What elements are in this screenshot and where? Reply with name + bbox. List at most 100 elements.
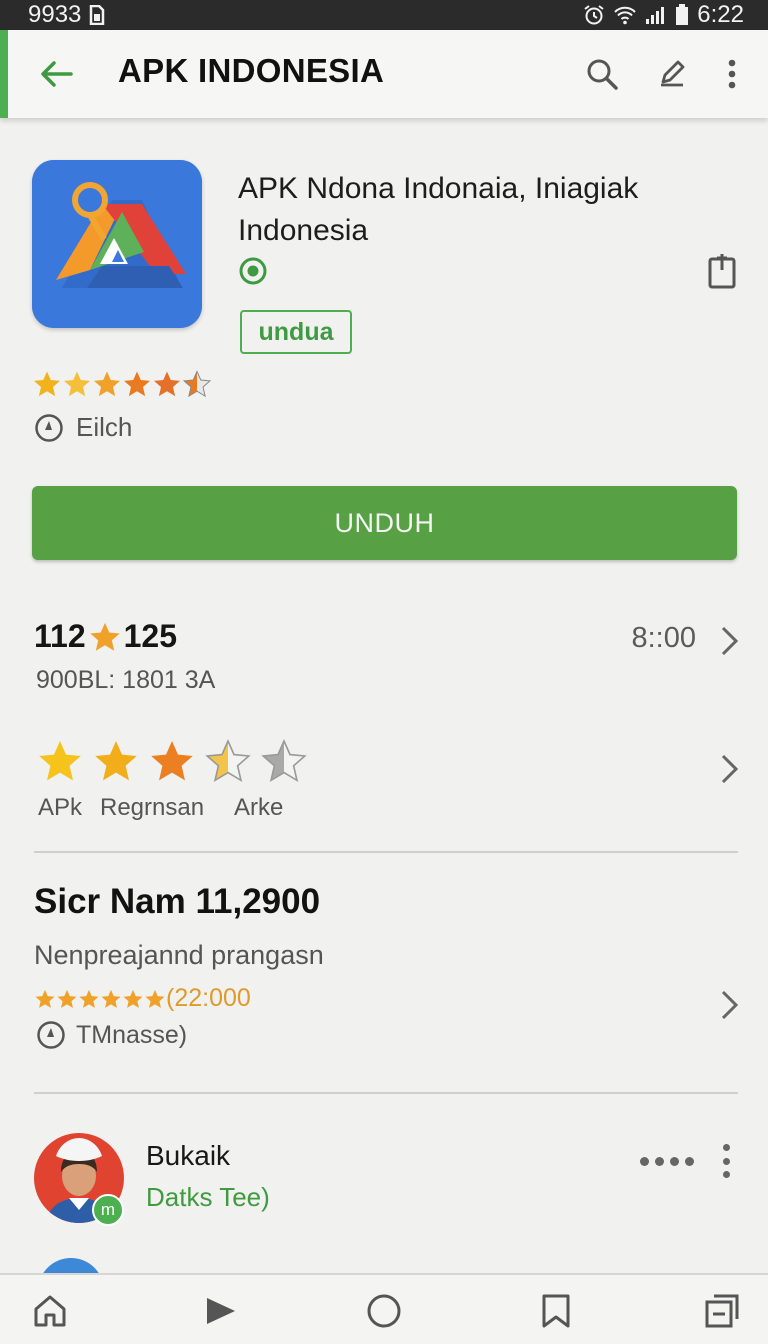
avatar[interactable]: m xyxy=(34,1132,124,1226)
star-icon xyxy=(124,371,150,397)
edit-button[interactable] xyxy=(650,52,694,96)
clock-icon xyxy=(37,1021,65,1049)
nav-home-button[interactable] xyxy=(30,1291,70,1331)
chevron-right-icon xyxy=(721,990,739,1020)
star-icon xyxy=(79,989,99,1008)
stats-time-label: 8::00 xyxy=(631,622,697,654)
section-meta: TMnasse) xyxy=(36,1020,187,1050)
status-time: 6:22 xyxy=(697,1,744,28)
home-icon xyxy=(34,1295,66,1327)
chevron-right-icon xyxy=(721,754,739,784)
rating-label-1: APk xyxy=(38,794,83,821)
more-vert-icon xyxy=(728,59,736,89)
dot xyxy=(722,1144,730,1151)
stats-sub-label: 900BL: 1801 3A xyxy=(36,666,216,694)
app-bar: APK INDONESIA xyxy=(0,30,768,118)
avatar-badge: m xyxy=(92,1194,124,1226)
chevron-right-icon xyxy=(721,626,739,656)
share-icon xyxy=(708,254,736,289)
star-icon xyxy=(154,371,180,397)
star-icon xyxy=(35,989,55,1008)
status-bar: 9933 6:22 xyxy=(0,0,768,30)
status-right: 6:22 xyxy=(583,1,744,29)
app-name: APK Ndona Indonaia, Iniagiak Indonesia xyxy=(238,172,639,247)
install-button[interactable]: UNDUH xyxy=(32,486,737,560)
header-meta: Eilch xyxy=(34,412,132,443)
next-list-item xyxy=(34,1256,738,1274)
star-icon xyxy=(89,622,120,651)
dot xyxy=(640,1156,649,1166)
battery-icon xyxy=(676,4,689,25)
next-item-avatar xyxy=(38,1258,104,1274)
user-name: Bukaik xyxy=(146,1140,231,1171)
circle-home-icon xyxy=(367,1294,401,1328)
app-bar-title: APK INDONESIA xyxy=(118,52,385,89)
star-icon xyxy=(39,741,81,781)
star-icon xyxy=(94,371,120,397)
signal-icon xyxy=(646,7,665,24)
divider xyxy=(34,851,738,853)
section-meta-label: TMnasse) xyxy=(76,1020,188,1049)
star-icon xyxy=(123,989,143,1008)
nav-recent-apps-button[interactable] xyxy=(702,1291,742,1331)
section-subtitle: Nenpreajannd prangasn xyxy=(34,940,324,970)
play-icon xyxy=(207,1298,235,1324)
star-icon xyxy=(151,741,193,781)
more-horiz-button[interactable] xyxy=(640,1152,694,1170)
header-meta-label: Eilch xyxy=(76,412,133,442)
section-rating: (22:000 xyxy=(34,984,251,1013)
edit-icon xyxy=(661,60,685,87)
nav-circle-home-button[interactable] xyxy=(364,1291,404,1331)
divider xyxy=(34,1092,738,1094)
star-icon xyxy=(145,989,165,1008)
review-section[interactable]: Sicr Nam 11,2900 Nenpreajannd prangasn (… xyxy=(34,880,739,1060)
dot xyxy=(655,1156,664,1166)
search-icon xyxy=(587,59,618,90)
rating-stars xyxy=(36,736,308,786)
recent-apps-icon xyxy=(705,1294,739,1328)
back-arrow-icon xyxy=(41,61,73,87)
stats-left-value: 112 xyxy=(34,618,86,654)
sim-card-icon xyxy=(90,5,105,25)
section-title: Sicr Nam 11,2900 xyxy=(34,882,321,921)
tag-button[interactable]: undua xyxy=(240,310,352,354)
search-button[interactable] xyxy=(580,52,624,96)
stats-right-value: 125 xyxy=(123,618,178,654)
bottom-nav-bar xyxy=(0,1273,768,1344)
star-icon xyxy=(101,989,121,1008)
nav-play-button[interactable] xyxy=(200,1291,240,1331)
stats-row[interactable]: 112 125 900BL: 1801 3A 8::00 xyxy=(34,614,739,724)
star-half-icon xyxy=(182,370,212,398)
star-icon xyxy=(34,371,60,397)
verified-badge xyxy=(238,256,268,286)
star-half-icon xyxy=(205,739,251,783)
user-subtitle: Datks Tee) xyxy=(146,1182,270,1212)
star-empty-icon xyxy=(261,739,307,783)
dot xyxy=(722,1171,730,1178)
user-row: m Bukaik Datks Tee) xyxy=(34,1130,738,1230)
nav-bookmark-button[interactable] xyxy=(536,1291,576,1331)
header-rating-stars xyxy=(32,368,212,402)
dot xyxy=(722,1157,730,1165)
stats-values: 112 125 xyxy=(34,618,177,655)
rating-label-3: Arke xyxy=(234,794,284,821)
app-logo-icon xyxy=(32,160,202,328)
app-screen: 9933 6:22 APK INDONESIA APK Ndona Indona… xyxy=(0,0,768,1344)
rating-label-2: Regrnsan xyxy=(100,794,205,821)
alarm-icon xyxy=(584,5,604,25)
star-icon xyxy=(64,371,90,397)
star-icon xyxy=(57,989,77,1008)
more-options-button[interactable] xyxy=(710,52,754,96)
wifi-icon xyxy=(614,6,636,25)
back-button[interactable] xyxy=(34,52,78,96)
clock-icon xyxy=(35,413,63,442)
star-icon xyxy=(95,741,137,781)
more-vert-button[interactable] xyxy=(718,1144,734,1178)
dot xyxy=(670,1156,679,1166)
app-logo xyxy=(32,160,202,328)
section-count: (22:000 xyxy=(166,984,251,1012)
share-button[interactable] xyxy=(702,250,742,292)
rating-row[interactable]: APk Regrnsan Arke xyxy=(34,734,739,830)
status-left: 9933 xyxy=(28,1,105,29)
verified-icon xyxy=(239,257,267,285)
